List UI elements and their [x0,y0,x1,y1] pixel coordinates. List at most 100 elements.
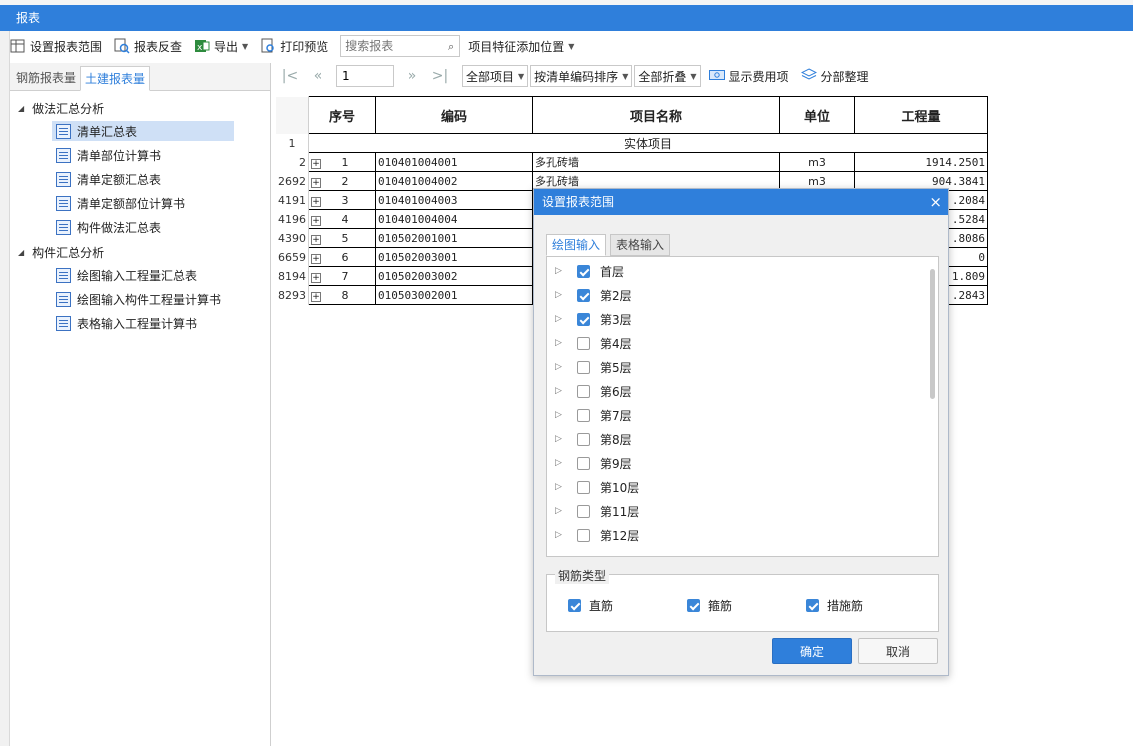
floor-row[interactable]: ▷ 第7层 [555,405,632,425]
collapse-triangle-icon[interactable]: ◢ [18,248,24,257]
floor-checkbox[interactable] [577,384,590,398]
tree-item-table-qty-calc[interactable]: 表格输入工程量计算书 [52,313,201,333]
floor-checkbox[interactable] [577,408,590,422]
floor-checkbox[interactable] [577,360,590,374]
expand-arrow-icon[interactable]: ▷ [555,434,569,444]
floor-row[interactable]: ▷ 第10层 [555,477,639,497]
cancel-button[interactable]: 取消 [858,638,938,664]
tree-item-bill-quota-part-calc[interactable]: 清单定额部位计算书 [52,193,189,213]
first-page-icon[interactable]: |< [276,68,304,84]
floor-row[interactable]: ▷ 首层 [555,261,624,281]
close-icon[interactable]: × [929,189,942,215]
tree-item-bill-summary[interactable]: 清单汇总表 [52,121,234,141]
floor-row[interactable]: ▷ 第11层 [555,501,639,521]
expand-icon[interactable]: + [311,272,321,283]
tab-table-input[interactable]: 表格输入 [610,234,671,256]
magnify-doc-icon [114,38,130,54]
floor-row[interactable]: ▷ 第4层 [555,333,632,353]
expand-arrow-icon[interactable]: ▷ [555,338,569,348]
floor-row[interactable]: ▷ 第12层 [555,525,639,545]
row-number: 6659 [276,247,309,267]
seq-cell: 5 [341,231,349,245]
tree-item-drawing-component-calc[interactable]: 绘图输入构件工程量计算书 [52,289,225,309]
search-input[interactable] [345,39,442,53]
next-page-icon[interactable]: » [398,68,426,84]
expand-icon[interactable]: + [311,196,321,207]
chevron-down-icon: ▼ [242,41,249,51]
expand-arrow-icon[interactable]: ▷ [555,362,569,372]
rebar-type-stirrup[interactable]: 箍筋 [687,597,732,614]
tab-rebar-report[interactable]: 钢筋报表量 [12,66,80,91]
floor-list: ▷ 首层 ▷ 第2层 ▷ 第3层 ▷ 第4层 ▷ 第5层 ▷ 第6层 ▷ 第7层 ▷ 第8层 ▷ 第9层 ▷ 第10层… [546,256,939,557]
expand-arrow-icon[interactable]: ▷ [555,386,569,396]
floor-row[interactable]: ▷ 第5层 [555,357,632,377]
floor-checkbox[interactable] [577,432,590,446]
expand-icon[interactable]: + [311,234,321,245]
feature-position-dropdown[interactable]: 项目特征添加位置 ▼ [468,38,574,55]
expand-arrow-icon[interactable]: ▷ [555,410,569,420]
expand-arrow-icon[interactable]: ▷ [555,506,569,516]
floor-checkbox[interactable] [577,480,590,494]
fold-dropdown[interactable]: 全部折叠 ▼ [634,65,701,87]
floor-checkbox[interactable] [577,264,590,278]
feature-position-label: 项目特征添加位置 [468,39,565,54]
tab-civil-report[interactable]: 土建报表量 [80,66,151,91]
rebar-type-straight[interactable]: 直筋 [568,597,613,614]
report-doc-icon [56,291,71,307]
report-check-button[interactable]: 报表反查 [114,38,182,55]
left-tabs: 钢筋报表量 土建报表量 [10,63,270,91]
expand-arrow-icon[interactable]: ▷ [555,482,569,492]
floor-row[interactable]: ▷ 第3层 [555,309,632,329]
expand-icon[interactable]: + [311,253,321,264]
tree-group-method[interactable]: ◢ 做法汇总分析 [18,100,104,117]
search-icon[interactable]: ⌕ [448,40,454,54]
tree-item-component-method-summary[interactable]: 构件做法汇总表 [52,217,165,237]
expand-arrow-icon[interactable]: ▷ [555,290,569,300]
floor-checkbox[interactable] [577,336,590,350]
export-button[interactable]: x 导出 ▼ [194,38,248,55]
scrollbar-thumb[interactable] [930,269,935,399]
floor-row[interactable]: ▷ 第8层 [555,429,632,449]
expand-icon[interactable]: + [311,177,321,188]
rebar-type-measure[interactable]: 措施筋 [806,597,863,614]
table-row[interactable]: 2 +1 010401004001 多孔砖墙 m3 1914.2501 [276,152,988,172]
expand-icon[interactable]: + [311,291,321,302]
expand-icon[interactable]: + [311,158,321,169]
tree-group-component[interactable]: ◢ 构件汇总分析 [18,244,104,261]
checkbox[interactable] [568,599,581,612]
floor-checkbox[interactable] [577,456,590,470]
tree-item-drawing-qty-summary[interactable]: 绘图输入工程量汇总表 [52,265,201,285]
ok-button[interactable]: 确定 [772,638,852,664]
svg-text:x: x [197,43,203,53]
floor-row[interactable]: ▷ 第9层 [555,453,632,473]
checkbox[interactable] [687,599,700,612]
print-preview-button[interactable]: 打印预览 [260,38,328,55]
tree-item-bill-part-calc[interactable]: 清单部位计算书 [52,145,165,165]
collapse-triangle-icon[interactable]: ◢ [18,104,24,113]
floor-checkbox[interactable] [577,504,590,518]
expand-icon[interactable]: + [311,215,321,226]
dialog-title: 设置报表范围 [534,189,948,215]
expand-arrow-icon[interactable]: ▷ [555,530,569,540]
expand-arrow-icon[interactable]: ▷ [555,266,569,276]
search-box[interactable]: ⌕ [340,35,461,57]
tree-item-bill-quota-summary[interactable]: 清单定额汇总表 [52,169,165,189]
show-fee-button[interactable]: 显示费用项 [708,68,789,85]
floor-row[interactable]: ▷ 第2层 [555,285,632,305]
tab-drawing-input[interactable]: 绘图输入 [546,234,607,256]
floor-row[interactable]: ▷ 第6层 [555,381,632,401]
set-range-button[interactable]: 设置报表范围 [10,38,102,55]
expand-arrow-icon[interactable]: ▷ [555,314,569,324]
prev-page-icon[interactable]: « [304,68,332,84]
sort-dropdown[interactable]: 按清单编码排序 ▼ [530,65,633,87]
page-number-input[interactable] [336,65,394,87]
expand-arrow-icon[interactable]: ▷ [555,458,569,468]
last-page-icon[interactable]: >| [426,68,454,84]
seq-cell: 4 [341,212,349,226]
floor-checkbox[interactable] [577,312,590,326]
section-arrange-button[interactable]: 分部整理 [800,67,869,85]
scope-dropdown[interactable]: 全部项目 ▼ [462,65,529,87]
floor-checkbox[interactable] [577,288,590,302]
floor-checkbox[interactable] [577,528,590,542]
checkbox[interactable] [806,599,819,612]
